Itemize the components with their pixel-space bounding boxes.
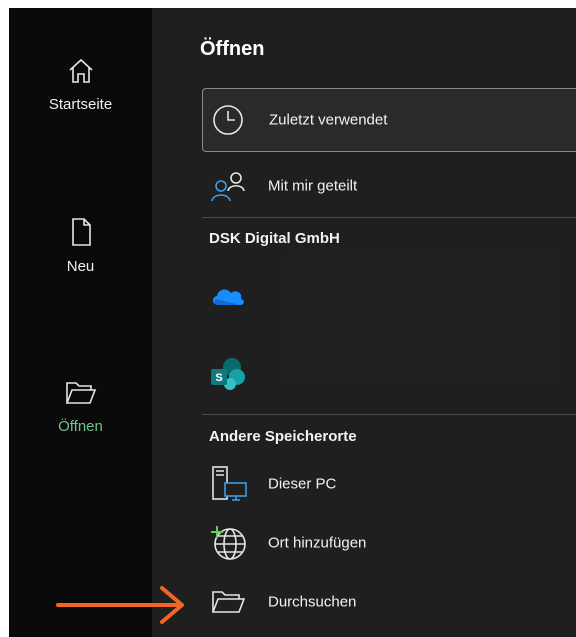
divider [202,414,576,415]
org-section-title: DSK Digital GmbH [209,230,340,247]
this-pc-location[interactable]: Dieser PC [202,456,576,512]
home-icon [68,58,93,83]
browse-label: Durchsuchen [268,593,357,611]
nav-new-label: Neu [66,258,95,275]
browse-button[interactable]: Durchsuchen [202,574,576,630]
shared-with-me-button[interactable]: Mit mir geteilt [202,158,576,214]
nav-open[interactable]: Öffnen [9,378,152,435]
nav-new[interactable]: Neu [9,216,152,275]
onedrive-icon [212,289,244,305]
this-pc-label: Dieser PC [268,475,337,493]
nav-home[interactable]: Startseite [9,56,152,113]
sharepoint-icon: S [211,358,245,390]
clock-icon [213,105,243,135]
office-backstage: Startseite Neu Öffnen Öffnen Zuletzt ver… [9,8,576,637]
shared-with-me-label: Mit mir geteilt [268,177,358,195]
sidebar: Startseite Neu Öffnen [9,8,152,637]
main-panel: Öffnen Zuletzt verwendet Mit mir geteilt… [152,8,576,637]
new-document-icon [71,218,91,246]
add-location-globe-icon [211,526,246,560]
add-location-label: Ort hinzufügen [268,534,367,552]
nav-open-label: Öffnen [58,418,103,435]
onedrive-location[interactable] [202,268,576,324]
recent-label: Zuletzt verwendet [269,111,388,129]
browse-folder-icon [211,591,246,613]
recent-button[interactable]: Zuletzt verwendet [202,88,576,152]
svg-text:S: S [215,372,222,384]
open-folder-icon [65,382,96,404]
computer-icon [212,466,247,501]
divider [202,217,576,218]
sharepoint-location[interactable]: S [202,346,576,402]
nav-home-label: Startseite [48,96,113,113]
add-location-button[interactable]: Ort hinzufügen [202,515,576,571]
shared-people-icon [211,172,245,202]
other-section-title: Andere Speicherorte [209,428,357,445]
page-title: Öffnen [200,38,265,60]
